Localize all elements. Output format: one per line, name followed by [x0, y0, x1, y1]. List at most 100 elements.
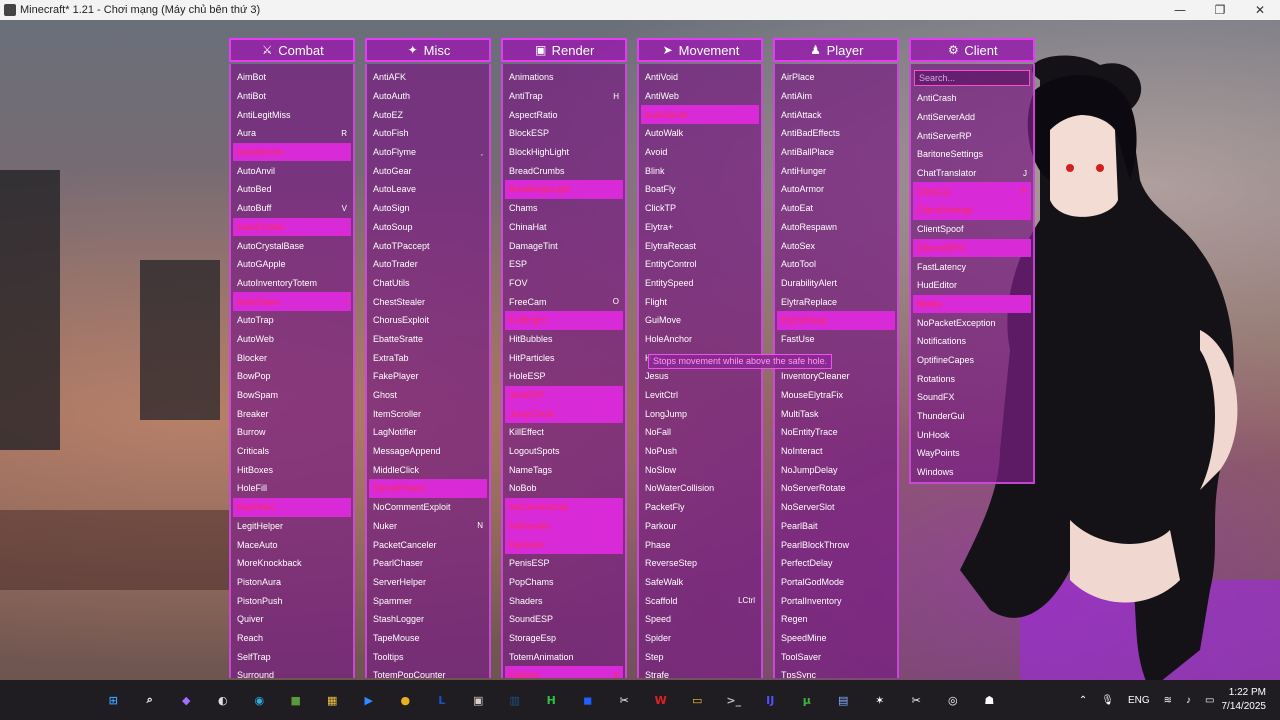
module-optifinecapes[interactable]: OptifineCapes: [911, 351, 1033, 370]
module-breadcrumbs[interactable]: BreadCrumbs: [503, 161, 625, 180]
microphone-icon[interactable]: 🎙: [1101, 695, 1114, 706]
module-holeesp[interactable]: HoleESP: [503, 367, 625, 386]
panel-header-player[interactable]: ♟ Player: [773, 38, 899, 62]
module-hitbubbles[interactable]: HitBubbles: [503, 330, 625, 349]
module-antiafk[interactable]: AntiAFK: [367, 68, 489, 87]
module-waypoints[interactable]: WayPoints: [911, 444, 1033, 463]
hex-icon[interactable]: H: [533, 686, 570, 714]
module-tracers[interactable]: Tracers K: [505, 666, 623, 678]
battery-icon[interactable]: ▭: [1205, 695, 1214, 706]
edge-icon[interactable]: ◉: [241, 686, 278, 714]
module-clientspoof[interactable]: ClientSpoof: [911, 220, 1033, 239]
module-spider[interactable]: Spider: [639, 629, 761, 648]
module-autosprint[interactable]: AutoSprint: [641, 105, 759, 125]
module-boatfly[interactable]: BoatFly: [639, 180, 761, 199]
utorrent-icon[interactable]: µ: [789, 686, 826, 714]
module-autotrader[interactable]: AutoTrader: [367, 255, 489, 274]
module-bowpop[interactable]: BowPop: [231, 367, 353, 386]
module-autoleave[interactable]: AutoLeave: [367, 180, 489, 199]
module-autosoup[interactable]: AutoSoup: [367, 218, 489, 237]
module-popchams[interactable]: PopChams: [503, 573, 625, 592]
wifi-icon[interactable]: ≋: [1164, 695, 1172, 706]
module-notifications[interactable]: Notifications: [911, 332, 1033, 351]
store-icon[interactable]: ▦: [314, 686, 351, 714]
module-longjump[interactable]: LongJump: [639, 404, 761, 423]
panel-header-client[interactable]: ⚙ Client: [909, 38, 1035, 62]
module-chorusexploit[interactable]: ChorusExploit: [367, 311, 489, 330]
module-antitrap[interactable]: AntiTrap H: [503, 87, 625, 106]
search-icon[interactable]: ⌕: [132, 686, 169, 714]
module-autoweb[interactable]: AutoWeb: [231, 330, 353, 349]
module-tpssync[interactable]: TpsSync: [775, 666, 897, 678]
zoom-icon[interactable]: ▶: [351, 686, 388, 714]
module-autosign[interactable]: AutoSign: [367, 199, 489, 218]
module-ghost[interactable]: Ghost: [367, 386, 489, 405]
language-indicator[interactable]: ENG: [1128, 695, 1150, 706]
module-autoflyme[interactable]: AutoFlyme,: [367, 143, 489, 162]
module-hitboxes[interactable]: HitBoxes: [231, 460, 353, 479]
module-ebattesratte[interactable]: EbatteSratte: [367, 330, 489, 349]
terminal-icon[interactable]: >_: [716, 686, 753, 714]
module-moreknockback[interactable]: MoreKnockback: [231, 554, 353, 573]
module-criticals[interactable]: Criticals: [231, 442, 353, 461]
copilot-icon[interactable]: ◆: [168, 686, 205, 714]
module-clientsettings[interactable]: ClientSettings: [913, 201, 1031, 220]
module-tapemouse[interactable]: TapeMouse: [367, 629, 489, 648]
module-freecam[interactable]: FreeCam O: [503, 292, 625, 311]
volume-icon[interactable]: ♪: [1186, 695, 1191, 706]
module-antiballplace[interactable]: AntiBallPlace: [775, 143, 897, 162]
module-autogear[interactable]: AutoGear: [367, 161, 489, 180]
lunar-icon[interactable]: L: [424, 686, 461, 714]
module-guimove[interactable]: GuiMove: [639, 311, 761, 330]
module-storageesp[interactable]: StorageEsp: [503, 629, 625, 648]
module-holeanchor[interactable]: HoleAnchor: [639, 330, 761, 349]
module-autobuff[interactable]: AutoBuff V: [231, 199, 353, 218]
module-autogapple[interactable]: AutoGApple: [231, 255, 353, 274]
module-maceauto[interactable]: MaceAuto: [231, 535, 353, 554]
module-esp[interactable]: ESP: [503, 255, 625, 274]
module-fullbright[interactable]: Fullbright: [505, 310, 623, 330]
module-autotpaccept[interactable]: AutoTPaccept: [367, 236, 489, 255]
module-flight[interactable]: Flight: [639, 292, 761, 311]
module-elytrareplace[interactable]: ElytraReplace: [775, 292, 897, 311]
module-totempopcounter[interactable]: TotemPopCounter: [367, 666, 489, 678]
module-fastuse[interactable]: FastUse: [775, 330, 897, 349]
module-logoutspots[interactable]: LogoutSpots: [503, 442, 625, 461]
module-nofall[interactable]: NoFall: [639, 423, 761, 442]
module-nopacketexception[interactable]: NoPacketException: [911, 313, 1033, 332]
module-particles[interactable]: Particles: [505, 535, 623, 554]
module-packetfly[interactable]: PacketFly: [639, 498, 761, 517]
module-noentitytrace[interactable]: NoEntityTrace: [775, 423, 897, 442]
module-nobob[interactable]: NoBob: [503, 479, 625, 498]
module-antiweb[interactable]: AntiWeb: [639, 87, 761, 106]
module-autocrystal[interactable]: AutoCrystal: [233, 217, 351, 237]
module-autoanvil[interactable]: AutoAnvil: [231, 161, 353, 180]
module-chams[interactable]: Chams: [503, 199, 625, 218]
module-autototem[interactable]: AutoTotem I: [233, 292, 351, 311]
module-pearlbait[interactable]: PearlBait: [775, 517, 897, 536]
module-jumpcircle[interactable]: JumpCircle: [505, 404, 623, 424]
close-button[interactable]: ✕: [1240, 3, 1280, 17]
module-tooltips[interactable]: Tooltips: [367, 647, 489, 666]
module-breaker[interactable]: Breaker: [231, 404, 353, 423]
module-middleclick[interactable]: MiddleClick: [367, 460, 489, 479]
module-chinahat[interactable]: ChinaHat: [503, 218, 625, 237]
module-aspectratio[interactable]: AspectRatio: [503, 105, 625, 124]
module-chatutils[interactable]: ChatUtils: [367, 274, 489, 293]
module-discordrpc[interactable]: DiscordRPC: [913, 238, 1031, 258]
module-toolsaver[interactable]: ToolSaver: [775, 647, 897, 666]
module-antibadeffects[interactable]: AntiBadEffects: [775, 124, 897, 143]
module-lagnotifier[interactable]: LagNotifier: [367, 423, 489, 442]
module-stashlogger[interactable]: StashLogger: [367, 610, 489, 629]
folder-icon[interactable]: ▭: [679, 686, 716, 714]
panel-header-combat[interactable]: ⚔ Combat: [229, 38, 355, 62]
module-perfectdelay[interactable]: PerfectDelay: [775, 554, 897, 573]
module-aura[interactable]: Aura R: [231, 124, 353, 143]
module-antivoid[interactable]: AntiVoid: [639, 68, 761, 87]
module-elytraswap[interactable]: ElytraSwap: [777, 310, 895, 330]
module-autobed[interactable]: AutoBed: [231, 180, 353, 199]
module-autoauth[interactable]: AutoAuth: [367, 87, 489, 106]
module-speed[interactable]: Speed: [639, 610, 761, 629]
module-surround[interactable]: Surround: [231, 666, 353, 678]
module-hudeditor[interactable]: HudEditor: [911, 276, 1033, 295]
